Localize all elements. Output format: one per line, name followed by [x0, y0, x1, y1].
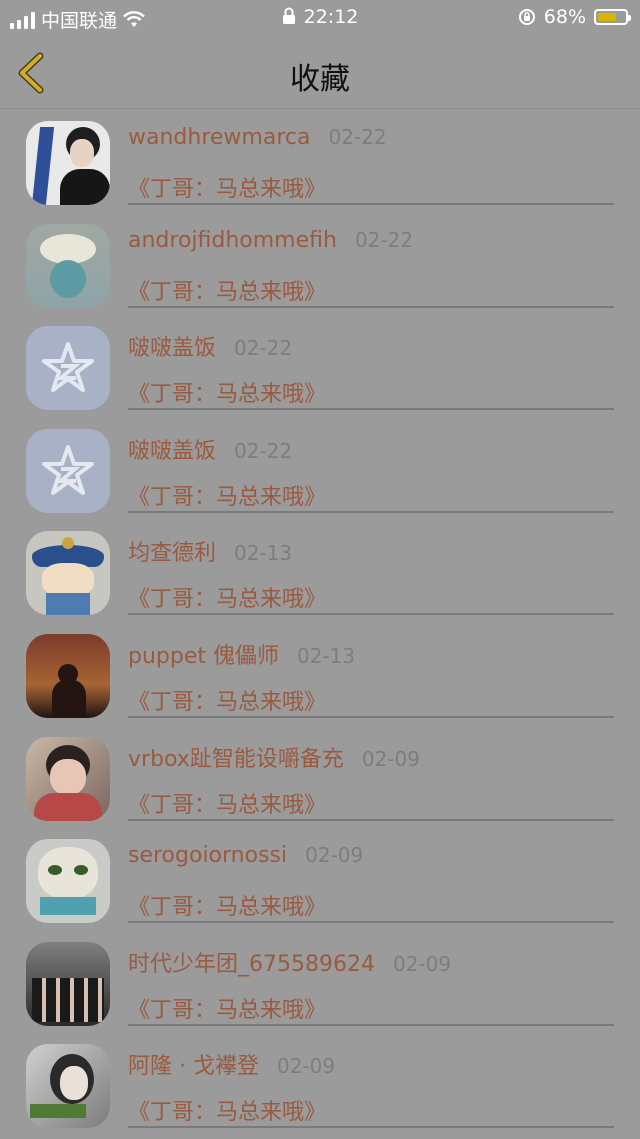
- name-line: 啵啵盖饭 02-22: [128, 433, 292, 465]
- avatar[interactable]: [26, 121, 110, 205]
- date-label: 02-09: [361, 746, 420, 771]
- favorite-content[interactable]: 《丁哥：马总来哦》: [128, 376, 326, 408]
- favorite-content[interactable]: 《丁哥：马总来哦》: [128, 1094, 326, 1126]
- date-label: 02-13: [297, 643, 356, 668]
- date-label: 02-22: [234, 438, 293, 463]
- divider: [128, 715, 614, 718]
- divider: [128, 613, 614, 616]
- page-title: 收藏: [290, 62, 350, 97]
- name-line: androjfidhommefih 02-22: [128, 228, 413, 253]
- rotation-lock-icon: [518, 9, 535, 25]
- list-item[interactable]: wandhrewmarca 02-22 《丁哥：马总来哦》: [0, 109, 640, 212]
- status-bar: 中国联通 22:12 68%: [0, 0, 640, 36]
- list-item[interactable]: vrbox趾智能设嚼备充 02-09 《丁哥：马总来哦》: [0, 725, 640, 828]
- name-line: wandhrewmarca 02-22: [128, 125, 387, 150]
- list-item[interactable]: 时代少年团_675589624 02-09 《丁哥：马总来哦》: [0, 930, 640, 1033]
- username[interactable]: serogoiornossi: [128, 843, 287, 868]
- date-label: 02-22: [234, 336, 293, 361]
- battery-fill: [598, 13, 616, 21]
- username[interactable]: 均查德利: [128, 541, 216, 566]
- avatar[interactable]: [26, 839, 110, 924]
- list-item[interactable]: 阿隆 · 戈襻登 02-09 《丁哥：马总来哦》: [0, 1032, 640, 1135]
- list-item[interactable]: serogoiornossi 02-09 《丁哥：马总来哦》: [0, 827, 640, 930]
- name-line: 均查德利 02-13: [128, 535, 292, 567]
- favorite-content[interactable]: 《丁哥：马总来哦》: [128, 171, 326, 203]
- avatar[interactable]: [26, 223, 110, 308]
- date-label: 02-22: [328, 125, 387, 149]
- favorite-content[interactable]: 《丁哥：马总来哦》: [128, 479, 326, 511]
- date-label: 02-09: [276, 1054, 336, 1079]
- divider: [128, 510, 614, 513]
- divider: [128, 818, 614, 821]
- username[interactable]: wandhrewmarca: [128, 125, 310, 150]
- avatar[interactable]: [26, 736, 110, 821]
- divider: [128, 408, 614, 411]
- favorite-content[interactable]: 《丁哥：马总来哦》: [128, 684, 326, 716]
- divider: [128, 305, 614, 308]
- battery-icon: [594, 9, 631, 25]
- battery-percent: 68%: [543, 6, 586, 28]
- avatar[interactable]: [26, 941, 110, 1026]
- username[interactable]: 时代少年团_675589624: [128, 952, 375, 977]
- name-line: 啵啵盖饭 02-22: [128, 330, 292, 362]
- name-line: vrbox趾智能设嚼备充 02-09: [128, 741, 420, 773]
- favorite-content[interactable]: 《丁哥：马总来哦》: [128, 889, 326, 921]
- list-item[interactable]: puppet 傀儡师 02-13 《丁哥：马总来哦》: [0, 622, 640, 725]
- favorite-content[interactable]: 《丁哥：马总来哦》: [128, 274, 326, 306]
- username[interactable]: androjfidhommefih: [128, 228, 337, 253]
- clock: 22:12: [303, 6, 359, 28]
- avatar[interactable]: [26, 633, 110, 718]
- lock-icon: [282, 7, 295, 24]
- username[interactable]: 啵啵盖饭: [128, 336, 216, 361]
- avatar[interactable]: [26, 1044, 110, 1129]
- list-item[interactable]: 啵啵盖饭 02-22 《丁哥：马总来哦》: [0, 417, 640, 520]
- username[interactable]: vrbox趾智能设嚼备充: [128, 747, 344, 772]
- date-label: 02-09: [305, 843, 364, 868]
- list-item[interactable]: 均查德利 02-13 《丁哥：马总来哦》: [0, 519, 640, 622]
- name-line: 阿隆 · 戈襻登 02-09: [128, 1048, 335, 1080]
- favorite-content[interactable]: 《丁哥：马总来哦》: [128, 581, 326, 613]
- nav-bar: 收藏: [0, 36, 640, 109]
- list-item[interactable]: 啵啵盖饭 02-22 《丁哥：马总来哦》: [0, 314, 640, 417]
- username[interactable]: 阿隆 · 戈襻登: [128, 1054, 259, 1079]
- divider: [128, 1023, 614, 1026]
- favorite-content[interactable]: 《丁哥：马总来哦》: [128, 992, 326, 1024]
- date-label: 02-09: [392, 951, 452, 976]
- avatar[interactable]: [26, 326, 110, 411]
- favorite-content[interactable]: 《丁哥：马总来哦》: [128, 787, 326, 819]
- divider: [128, 1126, 614, 1129]
- favorites-list: wandhrewmarca 02-22 《丁哥：马总来哦》 androjfidhomm…: [0, 109, 640, 1135]
- avatar[interactable]: [26, 531, 110, 616]
- date-label: 02-22: [354, 227, 414, 252]
- date-label: 02-13: [234, 541, 293, 566]
- name-line: 时代少年团_675589624 02-09: [128, 946, 451, 978]
- username[interactable]: 啵啵盖饭: [128, 439, 216, 464]
- status-right: 68%: [518, 6, 631, 28]
- list-item[interactable]: androjfidhommefih 02-22 《丁哥：马总来哦》: [0, 212, 640, 315]
- name-line: puppet 傀儡师 02-13: [128, 638, 355, 670]
- divider: [128, 921, 614, 924]
- username[interactable]: puppet 傀儡师: [128, 644, 279, 669]
- divider: [128, 203, 614, 205]
- name-line: serogoiornossi 02-09: [128, 843, 363, 868]
- avatar[interactable]: [26, 428, 110, 513]
